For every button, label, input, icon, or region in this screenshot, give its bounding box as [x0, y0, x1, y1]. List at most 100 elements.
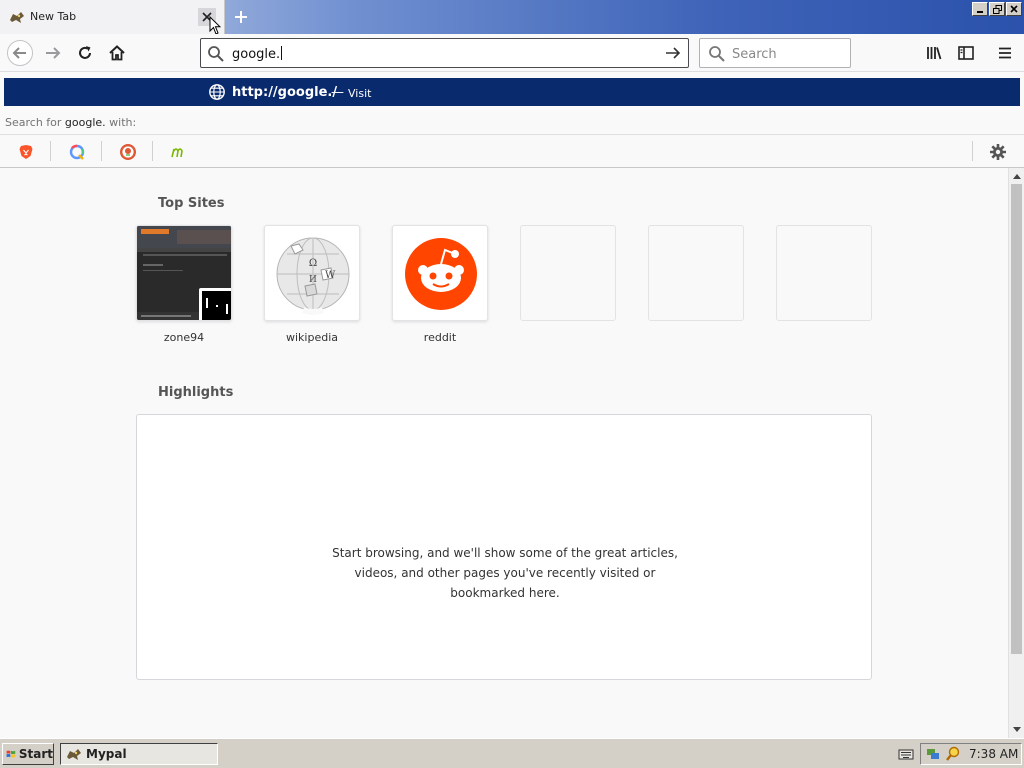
highlights-empty-state: Start browsing, and we'll show some of t… — [136, 414, 872, 680]
autocomplete-result-visit[interactable]: http://google./ — Visit — [4, 78, 1020, 106]
go-button[interactable] — [662, 43, 684, 63]
taskbar: Start Mypal 7:38 AM — [0, 738, 1024, 768]
separator — [50, 141, 51, 161]
clock: 7:38 AM — [969, 747, 1019, 761]
new-tab-button[interactable] — [230, 6, 252, 28]
vertical-scrollbar[interactable] — [1008, 168, 1024, 738]
autocomplete-popup: http://google./ — Visit Search for googl… — [0, 72, 1024, 168]
reddit-icon — [405, 238, 477, 310]
minimize-button[interactable] — [972, 2, 988, 16]
highlights-message: Start browsing, and we'll show some of t… — [137, 543, 873, 603]
plus-icon — [235, 11, 247, 23]
system-tray: 7:38 AM — [920, 743, 1022, 765]
result-url: http://google./ — [232, 85, 338, 100]
arrow-down-icon — [1013, 727, 1021, 732]
url-bar[interactable]: google. — [200, 38, 689, 68]
forward-button[interactable] — [39, 39, 67, 67]
top-site-tile[interactable] — [136, 225, 232, 321]
mypal-favicon-icon — [67, 749, 81, 760]
highlights-message-line: videos, and other pages you've recently … — [354, 566, 656, 580]
mojeek-icon — [171, 148, 183, 158]
top-site-label: zone94 — [163, 331, 205, 344]
hamburger-menu-icon — [999, 47, 1011, 59]
scroll-up-button[interactable] — [1009, 168, 1024, 184]
globe-icon — [209, 84, 225, 100]
home-button[interactable] — [103, 39, 131, 67]
top-site-placeholder — [520, 225, 616, 321]
gear-icon — [990, 144, 1006, 160]
minimize-icon — [977, 11, 983, 13]
mouse-cursor-icon — [209, 16, 221, 35]
svg-text:W: W — [325, 270, 336, 281]
duckduckgo-icon — [120, 144, 136, 160]
url-value: google. — [232, 47, 281, 62]
search-settings-button[interactable] — [987, 141, 1009, 163]
sidebar-button[interactable] — [952, 39, 980, 67]
close-icon — [1010, 5, 1018, 13]
search-icon — [208, 46, 224, 62]
highlights-message-line: bookmarked here. — [450, 586, 560, 600]
tab-new-tab[interactable]: New Tab — [0, 0, 225, 35]
engine-mojeek[interactable] — [168, 141, 190, 163]
reload-icon — [79, 46, 91, 59]
search-bar[interactable]: Search — [699, 38, 851, 68]
engine-qwant[interactable] — [66, 141, 88, 163]
brave-icon — [19, 145, 33, 159]
search-for-label: Search for google. with: — [5, 116, 136, 129]
pong-icon — [202, 291, 231, 320]
separator — [152, 141, 153, 161]
home-icon — [109, 45, 125, 61]
taskbar-item-label: Mypal — [86, 747, 127, 761]
search-for-prefix: Search for — [5, 116, 62, 129]
menu-button[interactable] — [991, 39, 1019, 67]
taskbar-item-mypal[interactable]: Mypal — [60, 743, 218, 765]
search-tray-icon[interactable] — [945, 746, 961, 762]
svg-text:Ω: Ω — [309, 258, 317, 269]
separator — [972, 141, 973, 161]
top-site-placeholder — [648, 225, 744, 321]
restore-icon — [992, 4, 1002, 14]
separator — [101, 141, 102, 161]
top-site-tile[interactable]: Ω W И — [264, 225, 360, 321]
search-placeholder: Search — [732, 47, 777, 62]
top-site-label: wikipedia — [285, 331, 338, 344]
arrow-up-icon — [1013, 174, 1021, 179]
title-bar: New Tab — [0, 0, 1024, 35]
one-off-search-engines — [0, 134, 1024, 168]
reload-button[interactable] — [71, 39, 99, 67]
windows-logo-icon — [6, 750, 16, 758]
search-for-suffix: with: — [109, 116, 137, 129]
mypal-favicon-icon — [10, 12, 24, 23]
zone94-favicon — [199, 288, 231, 320]
qwant-icon — [69, 144, 85, 160]
top-site-label: reddit — [423, 331, 457, 344]
back-arrow-icon — [7, 40, 33, 66]
highlights-message-line: Start browsing, and we'll show some of t… — [332, 546, 678, 560]
highlights-title: Highlights — [158, 385, 234, 400]
result-separator: — — [331, 85, 344, 100]
restore-button[interactable] — [989, 2, 1005, 16]
wikipedia-globe-icon: Ω W И — [276, 237, 350, 315]
network-icon[interactable] — [925, 746, 941, 762]
window-close-button[interactable] — [1006, 2, 1022, 16]
scrollbar-thumb[interactable] — [1011, 184, 1022, 654]
engine-duckduckgo[interactable] — [117, 141, 139, 163]
scroll-down-button[interactable] — [1009, 722, 1024, 738]
top-sites-title: Top Sites — [158, 196, 225, 211]
forward-arrow-icon — [46, 47, 61, 59]
start-button[interactable]: Start — [2, 743, 54, 765]
top-site-placeholder — [776, 225, 872, 321]
url-input[interactable]: google. — [232, 46, 283, 62]
svg-text:И: И — [309, 275, 317, 285]
new-tab-page: Top Sites zone94 Ω W И wikipedia reddit … — [0, 168, 1008, 738]
keyboard-icon[interactable] — [898, 747, 914, 761]
engine-brave[interactable] — [15, 141, 37, 163]
start-label: Start — [18, 747, 53, 761]
window-controls — [972, 2, 1022, 16]
library-button[interactable] — [920, 39, 948, 67]
navigation-toolbar: google. Search — [0, 34, 1024, 72]
result-action: Visit — [348, 87, 372, 100]
go-arrow-icon — [666, 47, 681, 59]
top-site-tile[interactable] — [392, 225, 488, 321]
back-button[interactable] — [6, 39, 34, 67]
